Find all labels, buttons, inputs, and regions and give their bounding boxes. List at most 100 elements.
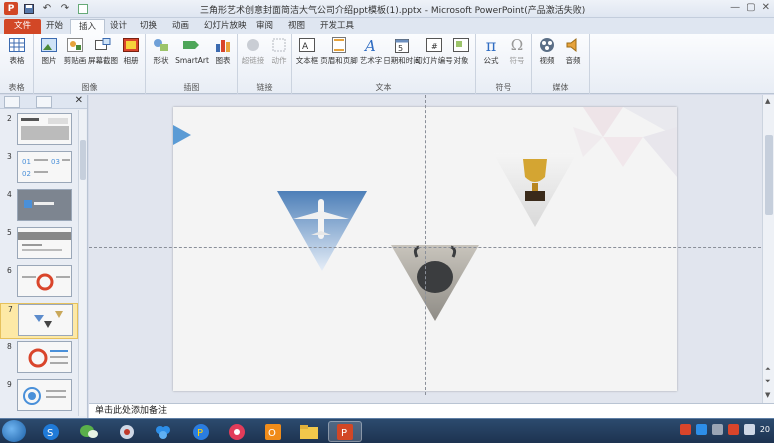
- symbol-button[interactable]: Ω 符号: [502, 36, 532, 65]
- scroll-thumb[interactable]: [80, 140, 86, 180]
- wordart-button[interactable]: A 艺术字: [356, 36, 386, 65]
- volume-icon[interactable]: [743, 424, 755, 435]
- quick-access-toolbar: P ↶ ↷: [4, 2, 90, 15]
- notes-pane[interactable]: 单击此处添加备注: [89, 403, 774, 418]
- office-icon[interactable]: O: [256, 421, 290, 442]
- group-media: 视频 音频 媒体: [532, 34, 590, 94]
- panel-close-icon[interactable]: ✕: [75, 95, 83, 106]
- tab-slideshow[interactable]: 幻灯片放映: [196, 19, 255, 34]
- slide-thumb-image: [17, 341, 72, 373]
- group-text: A 文本框 页眉和页脚 A 艺术字 5 日期和时间 # 幻灯片编号 对象 文本: [292, 34, 476, 94]
- minimize-icon[interactable]: —: [730, 2, 740, 13]
- maximize-icon[interactable]: ▢: [746, 2, 755, 13]
- svg-text:S: S: [47, 428, 53, 439]
- slide-editing-area: ▲ ⏶ ⏷ ▼: [89, 95, 774, 403]
- wechat-icon[interactable]: [72, 421, 106, 442]
- vertical-guide[interactable]: [425, 95, 426, 395]
- equation-icon: π: [485, 35, 497, 55]
- thumbnail-slide-2[interactable]: 2: [0, 113, 78, 149]
- scroll-up-icon[interactable]: ▲: [765, 97, 770, 105]
- browser-icon[interactable]: P: [184, 421, 218, 442]
- svg-text:#: #: [431, 42, 438, 51]
- slide-thumb-image: [17, 379, 72, 411]
- tab-review[interactable]: 审阅: [248, 19, 281, 34]
- thumbnail-slide-8[interactable]: 8: [0, 341, 78, 377]
- tab-file[interactable]: 文件: [4, 19, 42, 34]
- taskbar: S P O P 20: [0, 418, 774, 443]
- smartart-button[interactable]: SmartArt: [174, 36, 210, 65]
- tab-design[interactable]: 设计: [102, 19, 135, 34]
- scroll-thumb[interactable]: [765, 135, 773, 215]
- baidu-netdisk-icon[interactable]: [146, 421, 180, 442]
- wordart-icon: A: [362, 36, 380, 54]
- audio-button[interactable]: 音频: [558, 36, 588, 65]
- camera-icon[interactable]: [220, 421, 254, 442]
- sogou-icon[interactable]: S: [34, 421, 68, 442]
- trophy-photo: [493, 153, 577, 227]
- shapes-button[interactable]: 形状: [146, 36, 176, 65]
- datetime-icon: 5: [393, 36, 411, 54]
- group-illustrations: 形状 SmartArt 图表 插图: [146, 34, 238, 94]
- album-button[interactable]: 相册: [116, 36, 146, 65]
- tray-app-icon[interactable]: [679, 424, 691, 435]
- tray-app-icon[interactable]: [711, 424, 723, 435]
- editor-scrollbar[interactable]: ▲ ⏶ ⏷ ▼: [762, 95, 774, 403]
- next-slide-icon[interactable]: ⏷: [765, 377, 771, 386]
- thumbnail-scrollbar[interactable]: [78, 110, 86, 416]
- tray-app-icon[interactable]: [695, 424, 707, 435]
- network-icon[interactable]: [110, 421, 144, 442]
- tab-animations[interactable]: 动画: [164, 19, 197, 34]
- close-icon[interactable]: ✕: [762, 2, 770, 13]
- symbol-icon: Ω: [510, 36, 524, 54]
- tab-view[interactable]: 视图: [280, 19, 313, 34]
- tab-developer[interactable]: 开发工具: [312, 19, 362, 34]
- thumbnail-slide-5[interactable]: 5: [0, 227, 78, 263]
- textbox-button[interactable]: A 文本框: [292, 36, 322, 65]
- clock[interactable]: 20: [760, 425, 770, 434]
- ppt-logo[interactable]: P: [4, 2, 18, 15]
- start-button[interactable]: [2, 420, 26, 442]
- new-slide-icon[interactable]: [76, 2, 90, 15]
- tab-transitions[interactable]: 切换: [132, 19, 165, 34]
- clipart-button[interactable]: 剪贴画: [60, 36, 90, 65]
- hyperlink-icon: [244, 36, 262, 54]
- svg-text:03: 03: [51, 158, 60, 166]
- bull-statue-photo: [391, 245, 479, 321]
- prev-slide-icon[interactable]: ⏶: [765, 365, 771, 374]
- powerpoint-icon[interactable]: P: [328, 421, 362, 442]
- scroll-down-icon[interactable]: ▼: [765, 391, 770, 399]
- chart-button[interactable]: 图表: [208, 36, 238, 65]
- chart-icon: [214, 36, 232, 54]
- thumbnail-slide-6[interactable]: 6: [0, 265, 78, 301]
- picture-icon: [40, 36, 58, 54]
- undo-icon[interactable]: ↶: [40, 2, 54, 15]
- ribbon: 表格 表格 图片 剪贴画 屏幕截图 相册 图像 形状 SmartArt 图表 插…: [0, 34, 774, 94]
- thumbnail-slide-9[interactable]: 9: [0, 379, 78, 415]
- audio-icon: [564, 36, 582, 54]
- outline-view-tab[interactable]: [36, 96, 52, 108]
- slides-view-tab[interactable]: [4, 96, 20, 108]
- action-button[interactable]: 动作: [264, 36, 294, 65]
- save-icon[interactable]: [22, 2, 36, 15]
- svg-text:01: 01: [22, 158, 31, 166]
- table-button[interactable]: 表格: [2, 36, 32, 65]
- textbox-icon: A: [298, 36, 316, 54]
- slide-thumb-image: 01 02 03: [17, 151, 72, 183]
- tray-app-icon[interactable]: [727, 424, 739, 435]
- redo-icon[interactable]: ↷: [58, 2, 72, 15]
- object-button[interactable]: 对象: [446, 36, 476, 65]
- thumbnail-slide-7[interactable]: 7: [0, 303, 78, 339]
- slide-thumb-image: [17, 189, 72, 221]
- thumbnail-slide-3[interactable]: 3 01 02 03: [0, 151, 78, 187]
- tab-insert[interactable]: 插入: [70, 19, 106, 34]
- album-icon: [122, 36, 140, 54]
- system-tray: 20: [679, 424, 770, 435]
- group-symbols: π 公式 Ω 符号 符号: [476, 34, 532, 94]
- folder-icon[interactable]: [292, 421, 326, 442]
- screenshot-button[interactable]: 屏幕截图: [88, 36, 118, 65]
- title-bar: P ↶ ↷ 三角形艺术创意封面简洁大气公司介绍ppt模板(1).pptx - M…: [0, 0, 774, 18]
- header-footer-button[interactable]: 页眉和页脚: [320, 36, 358, 65]
- tab-home[interactable]: 开始: [38, 19, 71, 34]
- svg-text:A: A: [302, 42, 309, 52]
- thumbnail-slide-4[interactable]: 4: [0, 189, 78, 225]
